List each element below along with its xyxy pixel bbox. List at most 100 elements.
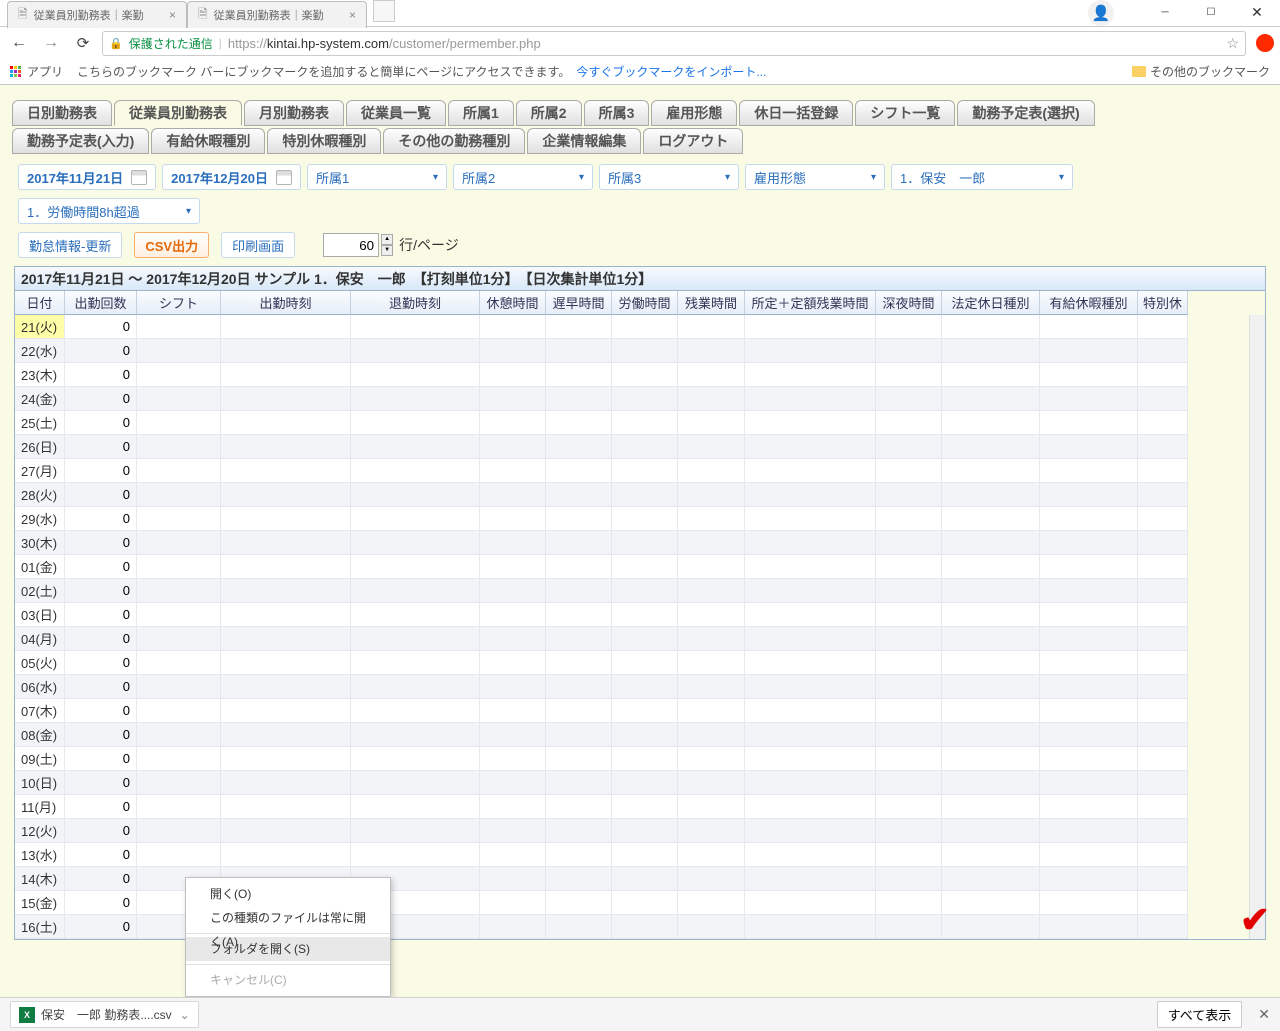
table-cell[interactable] [221, 507, 351, 531]
table-cell[interactable] [221, 459, 351, 483]
table-cell[interactable]: 0 [65, 603, 137, 627]
table-cell[interactable] [480, 603, 546, 627]
table-cell[interactable] [480, 315, 546, 339]
table-cell[interactable] [745, 699, 876, 723]
forward-button[interactable]: → [38, 30, 64, 56]
table-cell[interactable]: 26(日) [15, 435, 65, 459]
table-cell[interactable] [137, 771, 221, 795]
table-cell[interactable] [612, 795, 678, 819]
table-cell[interactable] [221, 723, 351, 747]
table-cell[interactable] [480, 723, 546, 747]
table-cell[interactable] [612, 531, 678, 555]
column-header[interactable]: 退勤時刻 [351, 291, 480, 315]
table-cell[interactable] [1138, 843, 1188, 867]
table-cell[interactable] [351, 723, 480, 747]
table-cell[interactable] [546, 483, 612, 507]
table-cell[interactable]: 0 [65, 795, 137, 819]
table-cell[interactable] [480, 795, 546, 819]
table-cell[interactable] [678, 723, 745, 747]
table-cell[interactable] [351, 747, 480, 771]
table-cell[interactable] [876, 387, 942, 411]
table-cell[interactable]: 13(水) [15, 843, 65, 867]
nav-tab[interactable]: 休日一括登録 [739, 100, 853, 126]
table-cell[interactable] [1040, 747, 1138, 771]
table-cell[interactable] [1138, 435, 1188, 459]
table-cell[interactable]: 0 [65, 771, 137, 795]
table-cell[interactable] [1040, 915, 1138, 939]
extension-icon[interactable] [1256, 34, 1274, 52]
table-cell[interactable] [612, 315, 678, 339]
table-cell[interactable] [942, 555, 1040, 579]
ctx-open-folder[interactable]: フォルダを開く(S) [186, 937, 390, 961]
table-cell[interactable] [942, 651, 1040, 675]
nav-tab[interactable]: 所属3 [584, 100, 650, 126]
table-cell[interactable] [221, 363, 351, 387]
table-cell[interactable] [612, 627, 678, 651]
table-cell[interactable]: 15(金) [15, 891, 65, 915]
date-to-input[interactable]: 2017年12月20日 [162, 164, 301, 190]
table-cell[interactable] [137, 387, 221, 411]
table-cell[interactable] [612, 771, 678, 795]
table-cell[interactable]: 0 [65, 651, 137, 675]
table-cell[interactable] [546, 819, 612, 843]
table-cell[interactable] [612, 747, 678, 771]
table-cell[interactable] [678, 483, 745, 507]
table-cell[interactable] [137, 675, 221, 699]
table-cell[interactable] [1040, 579, 1138, 603]
table-cell[interactable] [876, 555, 942, 579]
table-cell[interactable] [480, 363, 546, 387]
maximize-button[interactable]: ☐ [1188, 0, 1234, 26]
table-cell[interactable] [351, 315, 480, 339]
table-cell[interactable]: 28(火) [15, 483, 65, 507]
table-cell[interactable] [137, 507, 221, 531]
table-cell[interactable]: 06(水) [15, 675, 65, 699]
table-cell[interactable] [546, 747, 612, 771]
table-cell[interactable] [221, 675, 351, 699]
table-cell[interactable] [1040, 651, 1138, 675]
table-cell[interactable] [1040, 435, 1138, 459]
table-cell[interactable] [480, 507, 546, 531]
table-cell[interactable] [612, 699, 678, 723]
table-cell[interactable] [678, 771, 745, 795]
close-window-button[interactable]: ✕ [1234, 0, 1280, 26]
table-cell[interactable] [745, 627, 876, 651]
column-header[interactable]: 出勤回数 [65, 291, 137, 315]
vertical-scrollbar[interactable] [1249, 315, 1265, 939]
apps-label[interactable]: アプリ [27, 63, 63, 80]
column-header[interactable]: 休憩時間 [480, 291, 546, 315]
table-cell[interactable] [351, 579, 480, 603]
table-cell[interactable] [876, 507, 942, 531]
table-cell[interactable] [480, 771, 546, 795]
column-header[interactable]: 日付 [15, 291, 65, 315]
table-cell[interactable] [745, 507, 876, 531]
table-cell[interactable] [1138, 555, 1188, 579]
table-cell[interactable] [678, 531, 745, 555]
table-cell[interactable] [1040, 411, 1138, 435]
table-cell[interactable] [1138, 387, 1188, 411]
column-header[interactable]: 深夜時間 [876, 291, 942, 315]
table-cell[interactable] [137, 579, 221, 603]
table-cell[interactable] [745, 891, 876, 915]
table-cell[interactable] [1138, 603, 1188, 627]
table-cell[interactable] [1138, 795, 1188, 819]
tab-close-icon[interactable]: × [349, 8, 356, 22]
table-cell[interactable] [876, 411, 942, 435]
table-cell[interactable] [1040, 507, 1138, 531]
column-header[interactable]: 遅早時間 [546, 291, 612, 315]
table-cell[interactable]: 0 [65, 747, 137, 771]
table-cell[interactable]: 05(火) [15, 651, 65, 675]
table-cell[interactable] [745, 675, 876, 699]
table-cell[interactable] [480, 483, 546, 507]
table-cell[interactable] [1138, 483, 1188, 507]
table-cell[interactable] [351, 795, 480, 819]
table-cell[interactable] [546, 363, 612, 387]
table-cell[interactable] [221, 843, 351, 867]
table-cell[interactable] [745, 339, 876, 363]
table-cell[interactable] [546, 603, 612, 627]
table-cell[interactable]: 0 [65, 315, 137, 339]
table-cell[interactable] [137, 531, 221, 555]
table-cell[interactable] [942, 363, 1040, 387]
table-cell[interactable] [745, 483, 876, 507]
nav-tab[interactable]: 勤務予定表(入力) [12, 128, 149, 154]
table-cell[interactable]: 12(火) [15, 819, 65, 843]
